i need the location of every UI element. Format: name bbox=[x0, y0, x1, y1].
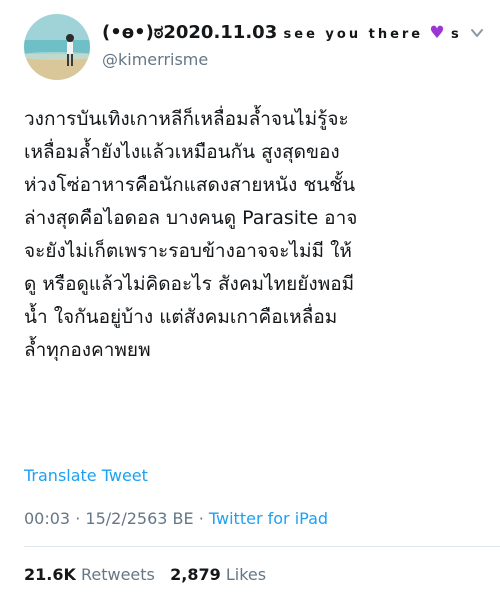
tweet-stats: 21.6K Retweets 2,879 Likes bbox=[24, 565, 266, 584]
translate-tweet-link[interactable]: Translate Tweet bbox=[24, 466, 148, 485]
divider bbox=[24, 546, 500, 547]
likes-count: 2,879 bbox=[170, 565, 221, 584]
retweets-stat[interactable]: 21.6K Retweets bbox=[24, 565, 160, 584]
display-name-main: (•ɵ•)ಠ2020.11.03 bbox=[102, 22, 278, 43]
retweets-label: Retweets bbox=[80, 565, 155, 584]
tweet-date[interactable]: 15/2/2563 BE bbox=[85, 509, 193, 528]
display-name-suffix: see you there bbox=[283, 27, 424, 42]
display-name-tail: s... bbox=[450, 27, 462, 42]
likes-label: Likes bbox=[225, 565, 267, 584]
retweets-count: 21.6K bbox=[24, 565, 76, 584]
tweet-time[interactable]: 00:03 bbox=[24, 509, 70, 528]
tweet-metadata: 00:03 · 15/2/2563 BE · Twitter for iPad bbox=[24, 509, 328, 528]
chevron-down-icon[interactable] bbox=[470, 26, 484, 40]
display-name[interactable]: (•ɵ•)ಠ2020.11.03 see you there ♥ s... bbox=[102, 22, 462, 43]
tweet-header: (•ɵ•)ಠ2020.11.03 see you there ♥ s... @k… bbox=[24, 14, 484, 84]
purple-heart-icon: ♥ bbox=[429, 23, 445, 43]
user-handle[interactable]: @kimerrisme bbox=[102, 50, 208, 69]
likes-stat[interactable]: 2,879 Likes bbox=[170, 565, 266, 584]
avatar[interactable] bbox=[24, 14, 90, 80]
separator: · bbox=[198, 509, 204, 528]
tweet-source-link[interactable]: Twitter for iPad bbox=[209, 509, 328, 528]
tweet-text: วงการบันเทิงเกาหลีก็เหลื่อมล้ำจนไม่รู้จะ… bbox=[24, 108, 358, 361]
avatar-image bbox=[24, 14, 90, 80]
separator: · bbox=[75, 509, 81, 528]
